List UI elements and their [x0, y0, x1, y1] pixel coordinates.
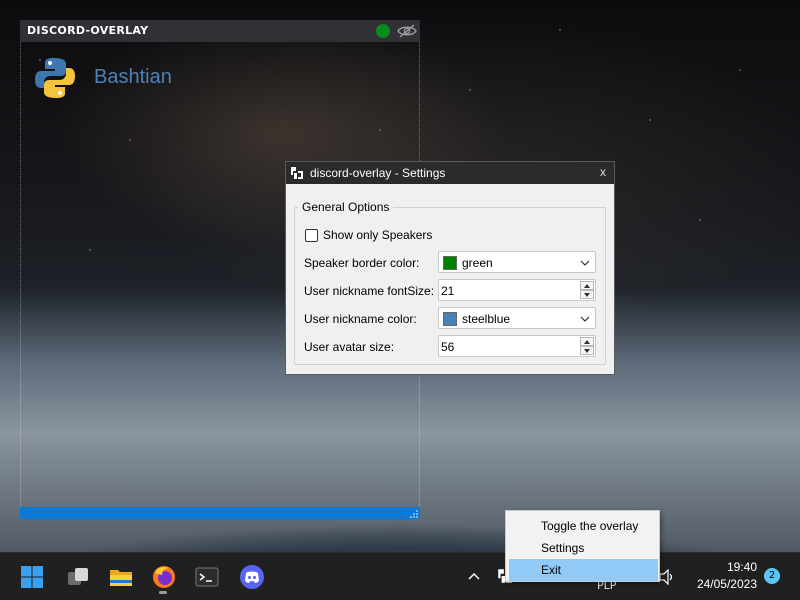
nickname-color-select[interactable]: steelblue	[438, 307, 596, 329]
tray-context-menu: Toggle the overlay Settings Exit	[505, 510, 660, 582]
overlay-bottombar	[20, 507, 420, 519]
settings-dialog: discord-overlay - Settings x General Opt…	[285, 161, 615, 375]
spin-buttons	[580, 337, 594, 355]
chevron-up-icon	[584, 340, 590, 344]
windows-start-icon[interactable]	[18, 563, 46, 591]
settings-title: discord-overlay - Settings	[310, 166, 446, 180]
chevron-down-icon	[584, 293, 590, 297]
chevron-down-icon	[584, 349, 590, 353]
taskbar: PLP 19:40 24/05/2023 2	[0, 552, 800, 600]
nickname-font-size-label: User nickname fontSize:	[304, 284, 435, 298]
nickname-font-size-spinbox[interactable]: 21	[438, 279, 596, 301]
decrement-button[interactable]	[580, 346, 594, 355]
eye-slash-icon[interactable]	[397, 23, 417, 39]
decrement-button[interactable]	[580, 290, 594, 299]
resize-grip-icon[interactable]	[410, 510, 418, 518]
nickname-color-label: User nickname color:	[304, 312, 417, 326]
terminal-icon[interactable]	[193, 563, 221, 591]
speaker-border-color-select[interactable]: green	[438, 251, 596, 273]
overlay-titlebar[interactable]: DISCORD-OVERLAY	[20, 20, 420, 42]
spin-buttons	[580, 281, 594, 299]
firefox-icon[interactable]	[150, 563, 178, 591]
increment-button[interactable]	[580, 337, 594, 346]
clock-time[interactable]: 19:40	[727, 560, 757, 574]
menu-item-exit[interactable]: Exit	[509, 559, 658, 581]
task-view-icon[interactable]	[64, 563, 92, 591]
close-button[interactable]: x	[600, 165, 606, 179]
color-swatch	[443, 312, 457, 326]
chevron-up-icon[interactable]	[466, 568, 482, 584]
speaker-border-color-label: Speaker border color:	[304, 256, 420, 270]
nickname-color-value: steelblue	[462, 312, 511, 326]
show-only-speakers-label: Show only Speakers	[323, 228, 433, 242]
volume-icon[interactable]	[658, 569, 676, 585]
speaker-name: Bashtian	[94, 66, 172, 88]
active-app-indicator	[159, 591, 167, 594]
python-logo-icon	[35, 58, 75, 98]
menu-item-toggle-overlay[interactable]: Toggle the overlay	[509, 515, 658, 537]
avatar-size-label: User avatar size:	[304, 340, 395, 354]
menu-item-settings[interactable]: Settings	[509, 537, 658, 559]
color-swatch	[443, 256, 457, 270]
clock-date[interactable]: 24/05/2023	[697, 577, 757, 591]
chevron-down-icon	[580, 316, 590, 322]
nickname-font-size-value: 21	[441, 284, 455, 298]
group-title: General Options	[298, 200, 394, 214]
avatar-size-value: 56	[441, 340, 455, 354]
speaker-border-color-value: green	[462, 256, 493, 270]
discord-icon[interactable]	[238, 563, 266, 591]
overlay-title: DISCORD-OVERLAY	[27, 24, 149, 37]
avatar-size-spinbox[interactable]: 56	[438, 335, 596, 357]
app-logo-icon	[291, 167, 303, 179]
file-explorer-icon[interactable]	[107, 563, 135, 591]
chevron-down-icon	[580, 260, 590, 266]
chevron-up-icon	[584, 284, 590, 288]
status-indicator	[376, 24, 390, 38]
show-only-speakers-checkbox[interactable]	[305, 229, 318, 242]
settings-titlebar[interactable]: discord-overlay - Settings x	[286, 162, 614, 184]
increment-button[interactable]	[580, 281, 594, 290]
notification-badge[interactable]: 2	[764, 568, 780, 584]
